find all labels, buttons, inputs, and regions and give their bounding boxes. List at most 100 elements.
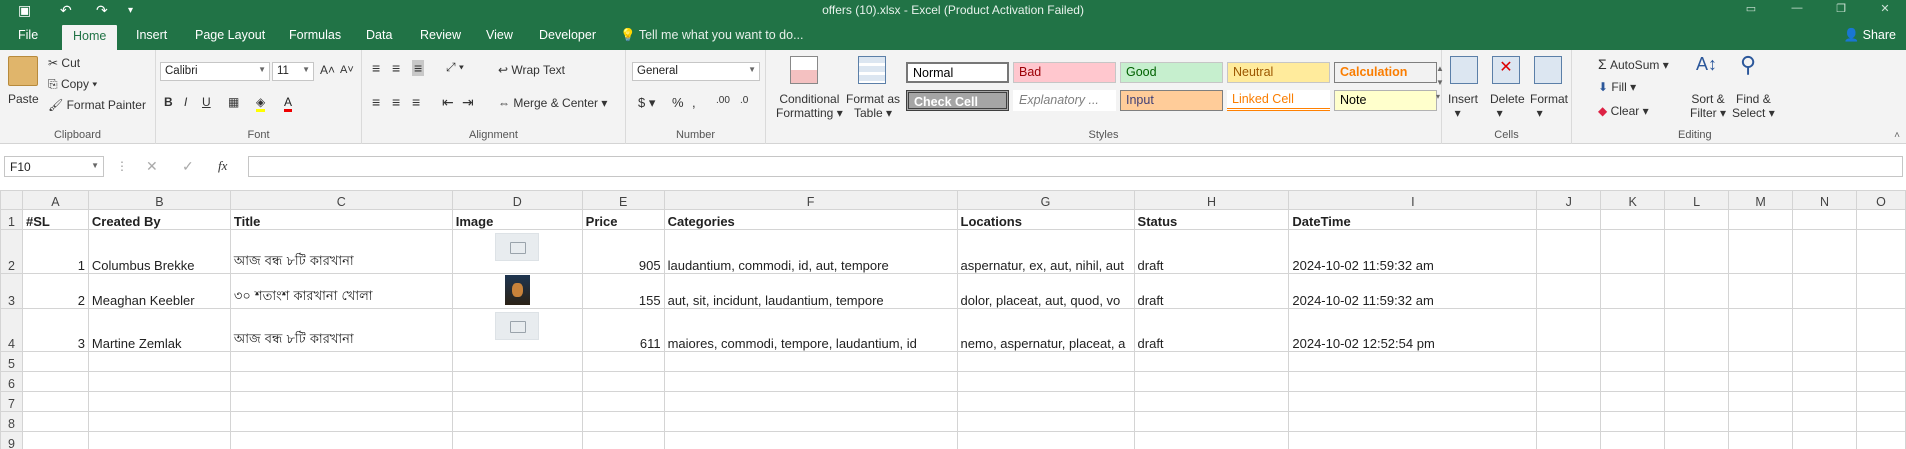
cell[interactable] (1855, 431, 1906, 449)
cell[interactable] (87, 411, 231, 432)
cell[interactable]: draft (1133, 273, 1290, 309)
cell[interactable] (1288, 411, 1538, 432)
conditional-formatting-icon[interactable] (790, 56, 818, 84)
column-header[interactable]: D (451, 190, 583, 210)
cell[interactable] (451, 431, 583, 449)
cell[interactable] (1855, 229, 1906, 274)
column-header[interactable]: M (1728, 190, 1793, 210)
column-header[interactable]: K (1600, 190, 1666, 210)
tab-developer[interactable]: Developer (539, 28, 596, 42)
cell[interactable] (1536, 351, 1602, 372)
column-header[interactable]: I (1288, 190, 1538, 210)
align-left-icon[interactable]: ≡ (372, 94, 380, 110)
cell[interactable] (1855, 411, 1906, 432)
cell[interactable] (1133, 371, 1290, 392)
collapse-ribbon-icon[interactable]: ˄ (1894, 130, 1900, 141)
style-bad[interactable]: Bad (1013, 62, 1116, 83)
row-header[interactable]: 2 (0, 229, 23, 274)
delete-cells-icon[interactable]: ✕ (1492, 56, 1520, 84)
align-middle-icon[interactable]: ≡ (392, 60, 400, 76)
delete-cells-button[interactable]: Delete ▾ (1490, 92, 1525, 120)
cut-button[interactable]: ✂ Cut (48, 56, 80, 70)
style-linked-cell[interactable]: Linked Cell (1227, 90, 1330, 111)
cell[interactable] (581, 391, 665, 412)
column-header[interactable]: A (21, 190, 89, 210)
row-header[interactable]: 6 (0, 371, 23, 392)
tab-formulas[interactable]: Formulas (289, 28, 341, 42)
decrease-decimal-icon[interactable]: .0 (740, 95, 748, 106)
cell[interactable] (1664, 209, 1730, 230)
cell[interactable] (1728, 351, 1793, 372)
cell[interactable]: 3 (21, 308, 89, 352)
cell[interactable] (1536, 273, 1602, 309)
cell[interactable]: Image (451, 209, 583, 230)
cancel-entry-icon[interactable]: ✕ (146, 158, 158, 175)
style-input[interactable]: Input (1120, 90, 1223, 111)
cell[interactable] (451, 308, 583, 352)
cell[interactable] (451, 391, 583, 412)
cell[interactable] (1536, 411, 1602, 432)
cell[interactable] (581, 431, 665, 449)
cell[interactable] (1288, 431, 1538, 449)
tell-me-search[interactable]: 💡 Tell me what you want to do... (620, 28, 804, 43)
cell[interactable]: nemo, aspernatur, placeat, a (956, 308, 1135, 352)
cell[interactable] (1133, 391, 1290, 412)
borders-icon[interactable]: ▦ (228, 95, 239, 109)
cell[interactable] (663, 411, 958, 432)
column-header[interactable]: H (1133, 190, 1290, 210)
cell[interactable] (21, 411, 89, 432)
column-header[interactable]: F (663, 190, 958, 210)
share-button[interactable]: 👤 Share (1844, 28, 1896, 43)
confirm-entry-icon[interactable]: ✓ (182, 158, 194, 175)
tab-home[interactable]: Home (62, 25, 118, 50)
column-header[interactable]: N (1792, 190, 1857, 210)
percent-icon[interactable]: % (672, 95, 684, 110)
font-name-select[interactable]: Calibri ▼ (160, 62, 270, 81)
ribbon-options-icon[interactable]: ▭ (1736, 2, 1766, 15)
cell[interactable] (581, 411, 665, 432)
cell[interactable] (1855, 391, 1906, 412)
row-header[interactable]: 5 (0, 351, 23, 372)
cell[interactable] (1600, 273, 1666, 309)
cell[interactable]: Status (1133, 209, 1290, 230)
cell[interactable] (1600, 431, 1666, 449)
style-neutral[interactable]: Neutral (1227, 62, 1330, 83)
cell[interactable]: Meaghan Keebler (87, 273, 231, 309)
cell[interactable] (1728, 209, 1793, 230)
column-header[interactable]: J (1536, 190, 1602, 210)
cell[interactable] (1664, 308, 1730, 352)
cell[interactable]: Martine Zemlak (87, 308, 231, 352)
cell[interactable] (956, 391, 1135, 412)
decrease-font-icon[interactable]: A˅ (340, 64, 354, 76)
row-header[interactable]: 9 (0, 431, 23, 449)
cell[interactable] (1792, 229, 1857, 274)
cell[interactable]: আজ বন্ধ ৮টি কারখানা (229, 229, 453, 274)
number-format-select[interactable]: General ▼ (632, 62, 760, 81)
align-bottom-icon[interactable]: ≡ (412, 60, 425, 76)
cell[interactable] (229, 371, 453, 392)
style-normal[interactable]: Normal (906, 62, 1009, 83)
cell[interactable] (1728, 391, 1793, 412)
cell[interactable] (1855, 209, 1906, 230)
cell[interactable] (229, 391, 453, 412)
comma-icon[interactable]: , (692, 95, 696, 110)
cell[interactable]: Columbus Brekke (87, 229, 231, 274)
cell[interactable] (1133, 411, 1290, 432)
cell[interactable] (21, 371, 89, 392)
paste-button[interactable]: Paste (8, 92, 39, 106)
format-as-table-button[interactable]: Format as Table ▾ (846, 92, 900, 120)
cell[interactable]: 2024-10-02 11:59:32 am (1288, 273, 1538, 309)
style-explanatory[interactable]: Explanatory ... (1013, 90, 1116, 111)
insert-cells-button[interactable]: Insert ▾ (1448, 92, 1478, 120)
cell[interactable]: ৩০ শতাংশ কারখানা খোলা (229, 273, 453, 309)
cell[interactable]: 2 (21, 273, 89, 309)
font-size-select[interactable]: 11 ▼ (272, 62, 314, 81)
cell[interactable] (1600, 411, 1666, 432)
align-right-icon[interactable]: ≡ (412, 94, 420, 110)
style-calculation[interactable]: Calculation (1334, 62, 1437, 83)
cell[interactable] (663, 391, 958, 412)
cell[interactable] (1664, 229, 1730, 274)
cell[interactable] (1728, 229, 1793, 274)
cell[interactable] (87, 391, 231, 412)
cell[interactable] (451, 351, 583, 372)
